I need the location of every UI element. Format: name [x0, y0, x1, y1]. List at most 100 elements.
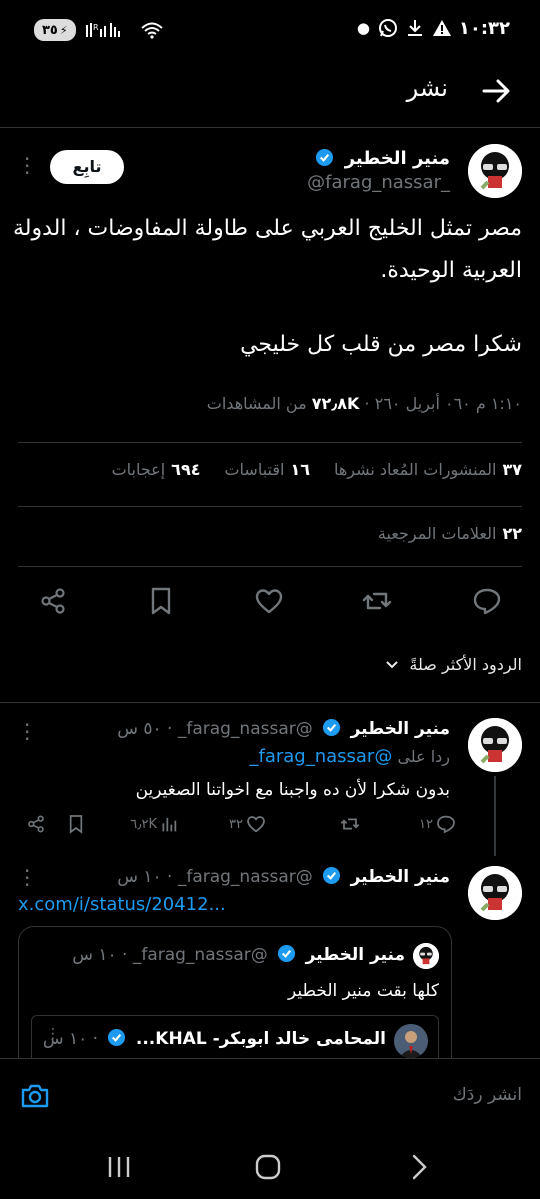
verified-icon — [316, 148, 334, 167]
quote-author-name: منير الخطير — [305, 945, 405, 965]
likes-stat[interactable]: ٦٩٤ إعجابات — [112, 460, 201, 479]
likes-label: إعجابات — [111, 460, 166, 479]
tweet-text-line1: مصر تمثل الخليج العربي على طاولة المفاوض… — [12, 216, 522, 283]
divider — [0, 702, 540, 703]
inner-author-name: المحامى خالد ابوبكر- KHAL... — [135, 1029, 386, 1049]
author-name-text: منير الخطير — [344, 148, 450, 169]
reply-time: ٥٠ س — [117, 719, 162, 739]
quote-author-handle: @farag_nassar_ — [132, 945, 268, 965]
more-options-icon[interactable]: · · · — [24, 861, 30, 895]
views-button[interactable]: ٦٫٢K — [130, 814, 180, 834]
like-count: ٣٢ — [229, 816, 243, 832]
views-label: من المشاهدات — [206, 394, 307, 413]
reply-author-handle[interactable]: @farag_nassar_ — [178, 719, 313, 739]
status-bar: ٣٥ ⚡ R ● ١٠:٣٢ — [0, 0, 540, 60]
avatar — [413, 943, 439, 969]
reply-icon — [437, 815, 455, 834]
bookmarks-stat[interactable]: ٢٢ العلامات المرجعية — [378, 524, 522, 543]
reply-author-name[interactable]: منير الخطير — [351, 867, 450, 887]
divider — [18, 442, 522, 443]
avatar[interactable] — [468, 144, 522, 198]
share-icon[interactable] — [38, 586, 68, 616]
quote-time: ١٠ س — [72, 945, 117, 965]
more-options-icon[interactable]: · · · — [24, 149, 30, 183]
reply-button[interactable]: ١٢ — [419, 814, 456, 834]
reply-time: ١٠ س — [117, 867, 162, 887]
bookmarks-count: ٢٢ — [502, 524, 522, 543]
bookmarks-label: العلامات المرجعية — [377, 524, 497, 543]
arrow-right-icon[interactable] — [480, 74, 514, 108]
quotes-count: ١٦ — [290, 460, 310, 479]
tweet-text-line2: شكرا مصر من قلب كل خليجي — [240, 332, 522, 357]
divider — [18, 566, 522, 567]
repost-icon[interactable] — [362, 586, 392, 616]
battery-icon: ٣٥ ⚡ — [34, 19, 76, 41]
bookmark-icon[interactable] — [146, 586, 176, 616]
quote-header: منير الخطير @farag_nassar_ · ١٠ س — [72, 944, 405, 965]
reply-icon[interactable] — [472, 586, 502, 616]
verified-icon — [108, 1028, 126, 1047]
page-title: نشر — [406, 74, 448, 102]
more-options-icon[interactable]: · · · — [24, 715, 30, 749]
views-count: ٦٫٢K — [130, 816, 157, 832]
reply-text: بدون شكرا لأن ده واجبنا مع اخواتنا الصغي… — [135, 780, 450, 800]
reply-author-handle[interactable]: @farag_nassar_ — [178, 867, 313, 887]
bookmark-icon — [69, 815, 83, 834]
reply-actions: ١٢ ٣٢ ٦٫٢K — [26, 814, 456, 838]
like-button[interactable]: ٣٢ — [229, 814, 266, 834]
avatar-image — [468, 718, 522, 772]
svg-text:R: R — [93, 23, 99, 32]
replies-sort-dropdown[interactable]: الردود الأكثر صلةً — [385, 655, 522, 674]
camera-icon[interactable] — [20, 1081, 50, 1111]
reposts-count: ٣٧ — [502, 460, 522, 479]
quotes-label: اقتباسات — [224, 460, 285, 479]
status-left: ٣٥ ⚡ R — [34, 19, 164, 41]
bookmark-button[interactable] — [66, 814, 86, 834]
views-icon — [162, 818, 177, 832]
system-nav-bar — [0, 1134, 540, 1199]
author-name[interactable]: منير الخطير — [311, 148, 450, 169]
reply-header: منير الخطير @farag_nassar_ · ١٠ س — [117, 866, 450, 887]
recent-apps-icon[interactable] — [104, 1152, 134, 1182]
verified-icon — [278, 944, 296, 963]
status-link[interactable]: x.com/i/status/20412... — [18, 894, 226, 915]
whatsapp-icon — [379, 19, 397, 37]
reposts-stat[interactable]: ٣٧ المنشورات المُعاد نشرها — [334, 460, 522, 479]
avatar-image — [468, 866, 522, 920]
replying-to-handle[interactable]: @farag_nassar_ — [249, 746, 392, 767]
back-icon[interactable] — [404, 1152, 434, 1182]
sort-label: الردود الأكثر صلةً — [409, 655, 522, 674]
quotes-stat[interactable]: ١٦ اقتباسات — [224, 460, 310, 479]
wifi-icon — [140, 22, 163, 39]
like-icon[interactable] — [254, 586, 284, 616]
avatar-image — [394, 1024, 428, 1058]
repost-button[interactable] — [337, 814, 360, 834]
status-right-icons: ● — [357, 18, 452, 38]
likes-count: ٦٩٤ — [171, 460, 201, 479]
author-handle[interactable]: @farag_nassar_ — [307, 172, 450, 193]
share-icon — [28, 815, 44, 833]
avatar-image — [468, 144, 522, 198]
divider — [18, 506, 522, 507]
tweet-actions — [0, 582, 540, 622]
reposts-label: المنشورات المُعاد نشرها — [333, 460, 497, 479]
inner-quote-header: المحامى خالد ابوبكر- KHAL... · ١٠ س — [42, 1028, 386, 1049]
reply-author-name[interactable]: منير الخطير — [351, 719, 450, 739]
replying-to: ردا على @farag_nassar_ — [249, 746, 450, 767]
battery-level: ٣٥ — [42, 22, 58, 38]
verified-icon — [323, 718, 341, 737]
warning-icon — [433, 20, 451, 36]
timestamp[interactable]: ١:١٠ م ٠٦٠ أبريل ٢٦٠ — [375, 394, 522, 413]
avatar[interactable] — [468, 866, 522, 920]
chevron-down-icon — [386, 660, 399, 668]
like-icon — [247, 816, 265, 833]
tweet-text: مصر تمثل الخليج العربي على طاولة المفاوض… — [12, 208, 522, 398]
follow-button[interactable]: تابِع — [50, 150, 124, 184]
reply-header: منير الخطير @farag_nassar_ · ٥٠ س — [117, 718, 450, 739]
engagement-stats: ٣٧ المنشورات المُعاد نشرها ١٦ اقتباسات ٦٩٤… — [112, 460, 522, 479]
avatar[interactable] — [468, 718, 522, 772]
share-button[interactable] — [26, 814, 46, 834]
reply-input[interactable]: انشر ردَك — [453, 1085, 522, 1105]
replying-to-label: ردا على — [397, 747, 450, 766]
home-icon[interactable] — [253, 1152, 283, 1182]
